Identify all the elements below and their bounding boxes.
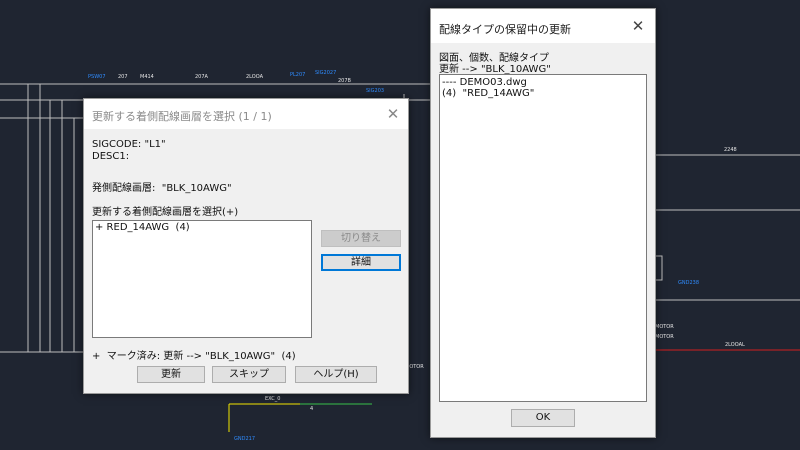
list-item[interactable]: ---- DEMO03.dwg (442, 77, 527, 88)
cad-label: 4 (310, 406, 313, 412)
pending-updates-dialog: 配線タイプの保留中の更新 ✕ 図面、個数、配線タイプ 更新 --> "BLK_1… (430, 8, 656, 438)
desc1-text: DESC1: (92, 151, 130, 162)
update-button[interactable]: 更新 (137, 366, 205, 383)
select-wire-layer-dialog: 更新する着側配線画層を選択 (1 / 1) ✕ SIGCODE: "L1" DE… (83, 98, 409, 394)
list-label: 更新する着側配線画層を選択(+) (92, 207, 239, 218)
skip-button[interactable]: スキップ (212, 366, 286, 383)
cad-label: 207A (195, 74, 209, 80)
cad-device-tag: GND217 (234, 436, 255, 442)
cad-device-tag: SIG2027 (315, 70, 336, 76)
cad-label: M414 (140, 74, 154, 80)
dialog-title: 更新する着側配線画層を選択 (1 / 1) (92, 110, 272, 123)
dialog-title: 配線タイプの保留中の更新 (439, 23, 571, 36)
cad-label: 2LOOAL (725, 342, 745, 348)
cad-label: EXC_0 (265, 396, 280, 402)
marked-status-text: + マーク済み: 更新 --> "BLK_10AWG" (4) (92, 351, 296, 362)
dialog-titlebar: 更新する着側配線画層を選択 (1 / 1) ✕ (84, 99, 408, 129)
cad-label: 2248 (724, 147, 737, 153)
dialog-titlebar: 配線タイプの保留中の更新 ✕ (431, 9, 655, 43)
list-item[interactable]: (4) "RED_14AWG" (442, 88, 534, 99)
update-target-text: 更新 --> "BLK_10AWG" (439, 64, 551, 75)
cad-label: 2LOOA (246, 74, 264, 80)
cad-device-tag: PL207 (290, 72, 305, 78)
cad-label: MOTOR (655, 334, 674, 340)
cad-label: 207 (118, 74, 128, 80)
cad-device-tag: SIG203 (366, 88, 384, 94)
close-icon[interactable]: ✕ (384, 105, 402, 123)
list-item[interactable]: + RED_14AWG (4) (95, 222, 190, 233)
sigcode-text: SIGCODE: "L1" (92, 139, 166, 150)
cad-device-tag: GND238 (678, 280, 699, 286)
switch-button[interactable]: 切り替え (321, 230, 401, 247)
pending-updates-list[interactable]: ---- DEMO03.dwg (4) "RED_14AWG" (439, 74, 647, 402)
cad-label: 207B (338, 78, 352, 84)
destination-layer-list[interactable]: + RED_14AWG (4) (92, 220, 312, 338)
source-layer-text: 発側配線画層: "BLK_10AWG" (92, 183, 232, 194)
cad-device-tag: PSW07 (88, 74, 106, 80)
close-icon[interactable]: ✕ (629, 17, 647, 35)
cad-label: MOTOR (655, 324, 674, 330)
details-button[interactable]: 詳細 (321, 254, 401, 271)
help-button[interactable]: ヘルプ(H) (295, 366, 377, 383)
ok-button[interactable]: OK (511, 409, 575, 427)
